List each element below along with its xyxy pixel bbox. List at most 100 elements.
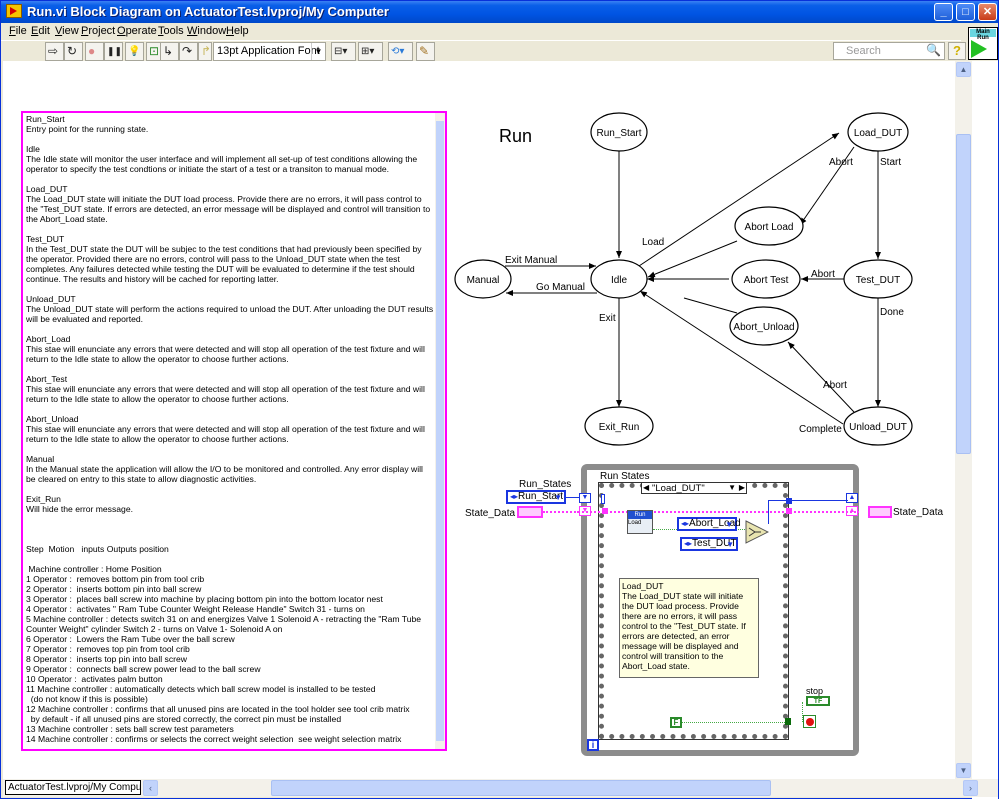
labview-window: Run.vi Block Diagram on ActuatorTest.lvp… <box>0 0 999 799</box>
case-tunnel-cluster-out[interactable] <box>786 508 792 514</box>
cluster-wire-through <box>543 511 859 513</box>
menu-help[interactable]: Help <box>226 25 249 37</box>
step-out-icon: ↱ <box>201 44 212 58</box>
scroll-left-icon[interactable]: ‹ <box>143 780 158 796</box>
state-label: Idle <box>611 275 628 286</box>
edge-idle-load <box>638 132 840 267</box>
state-label: Unload_DUT <box>849 422 907 433</box>
enum-constant-abort-load[interactable]: ◂▸Abort_Load ▼ <box>677 517 741 531</box>
stop-sign-icon <box>806 718 814 726</box>
state-data-out-indicator[interactable] <box>868 506 892 518</box>
run-continuously-button[interactable]: ↻ <box>64 42 83 61</box>
edge-unload-abortunload <box>787 341 855 413</box>
chevron-down-icon[interactable]: ▼ <box>728 483 736 493</box>
run-button[interactable]: ⇨ <box>45 42 64 61</box>
vertical-scroll-thumb[interactable] <box>956 134 971 454</box>
case-comment[interactable]: Load_DUT The Load_DUT state will initiat… <box>619 578 759 678</box>
select-function[interactable] <box>745 520 769 544</box>
enum-constant-test-dut[interactable]: ◂▸Test_DUT ▼ <box>680 537 738 551</box>
transition-label: Go Manual <box>536 282 585 293</box>
clean-up-diagram-icon: ✎ <box>419 44 430 58</box>
menu-edit[interactable]: Edit <box>31 25 50 37</box>
context-help-button[interactable]: ? <box>948 42 966 60</box>
subvi-subtitle: Load <box>628 520 642 526</box>
highlight-execution-button[interactable]: 💡 <box>125 42 144 61</box>
stop-tunnel[interactable] <box>785 718 791 725</box>
edge-unload-idle <box>639 290 844 425</box>
transition-label: Abort <box>823 380 847 391</box>
enum-wire <box>566 497 580 498</box>
reorder-button[interactable]: ⟲▾ <box>388 42 413 61</box>
align-objects-button[interactable]: ⊟▾ <box>331 42 356 61</box>
scroll-up-icon[interactable]: ▲ <box>956 62 971 77</box>
vertical-scrollbar[interactable]: ▲ ▼ <box>955 61 972 779</box>
abort-icon: ● <box>88 44 96 58</box>
textbox-scroll-thumb[interactable] <box>436 121 444 741</box>
scroll-right-icon[interactable]: › <box>963 780 978 796</box>
vi-icon[interactable]: Main Run <box>968 27 998 60</box>
chevron-down-icon: ▼ <box>554 493 562 502</box>
abort-button[interactable]: ● <box>85 42 104 61</box>
transition-label: Load <box>642 237 664 248</box>
scroll-down-icon[interactable]: ▼ <box>956 763 971 778</box>
font-selector[interactable]: 13pt Application Font ▼ <box>213 42 326 61</box>
close-button[interactable]: ✕ <box>978 3 997 21</box>
loop-condition-terminal[interactable] <box>803 715 816 728</box>
vi-icon-label: Main Run <box>970 29 996 41</box>
menu-tools[interactable]: Tools <box>158 25 184 37</box>
case-structure-label: Run States <box>600 471 650 482</box>
menu-operate[interactable]: Operate <box>117 25 157 37</box>
clean-up-diagram-button[interactable]: ✎ <box>416 42 435 61</box>
select-out-wire-h <box>768 500 786 501</box>
horizontal-scrollbar[interactable]: ‹ › <box>143 780 978 796</box>
case-tunnel-cluster-in[interactable] <box>602 508 608 514</box>
minimize-button[interactable]: _ <box>934 3 953 21</box>
state-label: Exit_Run <box>599 422 640 433</box>
status-bar: ActuatorTest.lvproj/My Computer ‹ › <box>3 779 998 797</box>
state-label: Test_DUT <box>856 275 900 286</box>
transition-label: Abort <box>829 157 853 168</box>
chevron-down-icon: ▼ <box>725 520 733 529</box>
shift-register-right-enum[interactable]: ▲ <box>846 493 858 503</box>
search-icon[interactable]: 🔍 <box>926 43 941 57</box>
stop-wire <box>682 722 787 723</box>
font-value: 13pt Application Font <box>217 45 320 57</box>
menu-view[interactable]: View <box>55 25 79 37</box>
state-data-in-control[interactable] <box>517 506 543 518</box>
case-selector-terminal[interactable] <box>601 494 605 504</box>
menu-file[interactable]: File <box>9 25 27 37</box>
state-label: Manual <box>467 275 500 286</box>
run-states-control[interactable]: ◂▸Run_Start ▼ <box>506 490 566 504</box>
stop-indicator[interactable]: TF <box>806 696 830 706</box>
case-selector[interactable]: ◀ "Load_DUT" ▼ ▶ <box>641 482 747 494</box>
case-tunnel-enum-out[interactable] <box>786 498 792 504</box>
run-states-label: Run_States <box>519 479 572 490</box>
transition-label: Exit <box>599 313 616 324</box>
align-objects-icon: ⊟▾ <box>334 46 348 57</box>
menu-window[interactable]: Window <box>187 25 226 37</box>
search-input[interactable]: Search 🔍 <box>833 42 945 60</box>
title-bar[interactable]: Run.vi Block Diagram on ActuatorTest.lvp… <box>1 1 998 23</box>
step-into-button[interactable]: ↳ <box>160 42 179 61</box>
transition-label: Done <box>880 307 904 318</box>
step-over-button[interactable]: ↷ <box>179 42 198 61</box>
shift-register-left-enum[interactable]: ▼ <box>579 493 591 503</box>
subvi-run-load[interactable]: Run Load <box>627 510 653 534</box>
false-constant[interactable]: F <box>670 717 682 728</box>
next-case-icon[interactable]: ▶ <box>739 483 745 493</box>
distribute-objects-icon: ⊞▾ <box>361 46 375 57</box>
subvi-title: Run <box>628 511 652 519</box>
free-label-textbox[interactable]: Run_Start Entry point for the running st… <box>21 111 447 751</box>
textbox-scrollbar[interactable] <box>435 113 445 749</box>
horizontal-scroll-thumb[interactable] <box>271 780 771 796</box>
state-data-out-label: State_Data <box>893 507 944 518</box>
distribute-objects-button[interactable]: ⊞▾ <box>358 42 383 61</box>
step-out-button[interactable]: ↱ <box>198 42 212 61</box>
menu-project[interactable]: Project <box>81 25 115 37</box>
previous-case-icon[interactable]: ◀ <box>643 483 649 493</box>
maximize-button[interactable]: □ <box>956 3 975 21</box>
pause-button[interactable]: ❚❚ <box>104 42 123 61</box>
labview-app-icon <box>6 4 22 18</box>
context-indicator[interactable]: ActuatorTest.lvproj/My Computer <box>5 780 141 795</box>
state-label: Run_Start <box>596 128 641 139</box>
